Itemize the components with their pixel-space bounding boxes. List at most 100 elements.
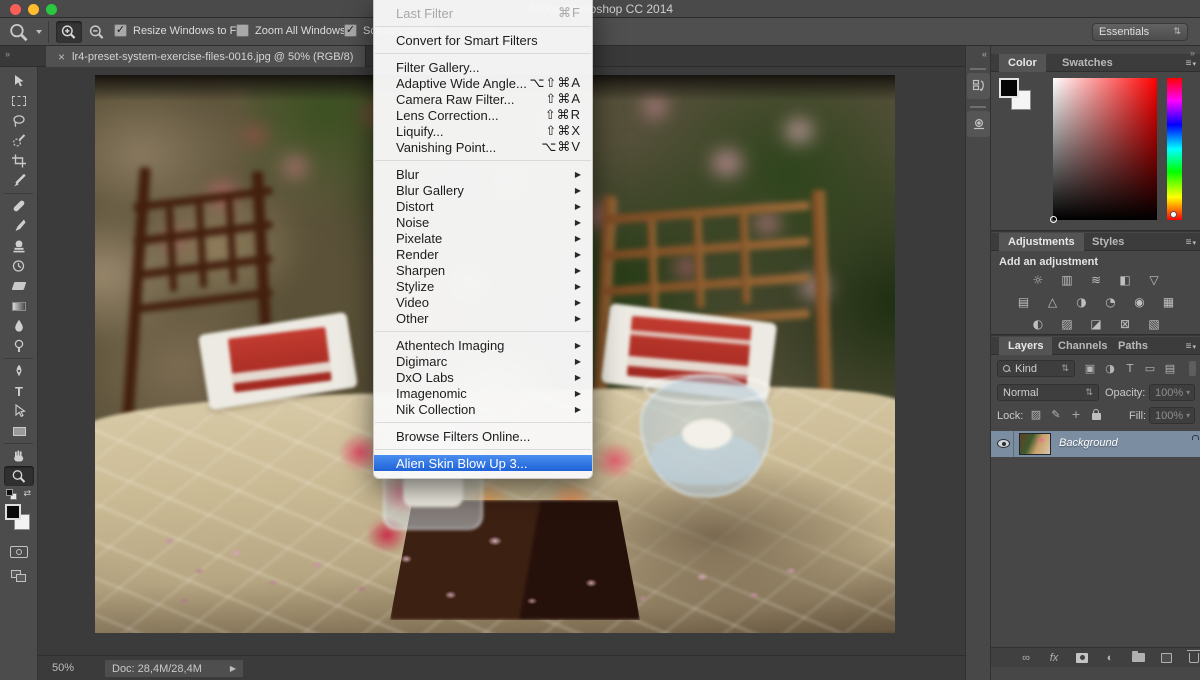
menu-item-alien-skin-blow-up-3[interactable]: Alien Skin Blow Up 3... [374,455,592,471]
zoom-tool[interactable] [4,466,34,486]
screen-mode-button[interactable] [0,566,38,586]
spot-healing-brush-tool[interactable] [0,196,38,216]
history-panel-icon[interactable] [967,73,990,99]
black-white-icon[interactable]: ◑ [1072,294,1092,310]
layer-filter-kind-combo[interactable]: Kind ⇅ [997,360,1075,377]
levels-icon[interactable]: ▥ [1057,272,1077,288]
brush-tool[interactable] [0,216,38,236]
tab-layers[interactable]: Layers [999,337,1052,355]
exposure-icon[interactable]: ◧ [1115,272,1135,288]
menu-item-blur-gallery[interactable]: Blur Gallery [374,182,592,198]
menu-item-other[interactable]: Other [374,310,592,326]
threshold-icon[interactable]: ◪ [1086,316,1106,332]
panel-menu-icon[interactable]: ≡ [1186,341,1196,352]
menu-item-sharpen[interactable]: Sharpen [374,262,592,278]
checkbox-zoom-all-windows[interactable]: Zoom All Windows [236,24,345,37]
gradient-map-icon[interactable]: ▧ [1144,316,1164,332]
menu-item-distort[interactable]: Distort [374,198,592,214]
checkbox-resize-windows-to-fit[interactable]: ✓ Resize Windows to Fit [114,24,242,37]
link-layers-icon[interactable]: ∞ [1019,651,1033,665]
filter-pixel-layers-icon[interactable]: ▣ [1081,360,1099,377]
layer-style-fx-icon[interactable]: fx [1047,651,1061,665]
gradient-tool[interactable] [0,296,38,316]
menu-item-digimarc[interactable]: Digimarc [374,353,592,369]
document-size-indicator[interactable]: Doc: 28,4M/28,4M ▶ [105,660,243,677]
curves-icon[interactable]: ≋ [1086,272,1106,288]
quick-selection-tool[interactable] [0,131,38,151]
brightness-contrast-icon[interactable]: ☼ [1028,272,1048,288]
default-colors-icon[interactable] [6,489,17,500]
rectangular-marquee-tool[interactable] [0,91,38,111]
saturation-brightness-field[interactable] [1053,78,1157,220]
lock-position-icon[interactable]: + [1067,406,1085,423]
menu-item-nik-collection[interactable]: Nik Collection [374,401,592,417]
tab-swatches[interactable]: Swatches [1053,54,1122,72]
quick-mask-button[interactable] [0,542,38,562]
history-brush-tool[interactable] [0,256,38,276]
tab-adjustments[interactable]: Adjustments [999,233,1084,251]
menu-item-pixelate[interactable]: Pixelate [374,230,592,246]
color-panel-swatches[interactable] [999,78,1035,114]
zoom-level[interactable]: 50% [52,662,74,674]
new-adjustment-layer-icon[interactable]: ◐ [1103,651,1117,665]
toolbar-collapse-icon[interactable]: » [5,49,9,59]
clone-stamp-tool[interactable] [0,236,38,256]
vibrance-icon[interactable]: ▽ [1144,272,1164,288]
crop-tool[interactable] [0,151,38,171]
dodge-tool[interactable] [0,336,38,356]
tool-preset-caret[interactable] [36,30,42,34]
rectangle-shape-tool[interactable] [0,421,38,441]
lock-transparency-icon[interactable]: ▨ [1027,406,1045,423]
tab-channels[interactable]: Channels [1049,337,1117,355]
blend-mode-combo[interactable]: Normal ⇅ [997,384,1099,401]
fill-value[interactable]: 100% ▾ [1149,407,1195,424]
menu-item-liquify[interactable]: Liquify... ⇧⌘X [374,123,592,139]
hand-tool[interactable] [0,446,38,466]
menu-item-athentech-imaging[interactable]: Athentech Imaging [374,337,592,353]
menu-item-convert-for-smart-filters[interactable]: Convert for Smart Filters [374,32,592,48]
status-menu-arrow-icon[interactable]: ▶ [230,664,236,673]
selective-color-icon[interactable]: ⊠ [1115,316,1135,332]
channel-mixer-icon[interactable]: ◉ [1130,294,1150,310]
hue-saturation-icon[interactable]: ▤ [1014,294,1034,310]
move-tool[interactable] [0,71,38,91]
opacity-value[interactable]: 100% ▾ [1149,384,1195,401]
menu-item-camera-raw-filter[interactable]: Camera Raw Filter... ⇧⌘A [374,91,592,107]
horizontal-type-tool[interactable]: T [0,381,38,401]
foreground-background-colors[interactable] [0,502,38,536]
filter-shape-layers-icon[interactable]: ▭ [1141,360,1159,377]
filter-adjustment-layers-icon[interactable]: ◑ [1101,360,1119,377]
foreground-color-swatch[interactable] [999,78,1019,98]
menu-item-lens-correction[interactable]: Lens Correction... ⇧⌘R [374,107,592,123]
delete-layer-icon[interactable] [1187,651,1200,665]
panel-menu-icon[interactable]: ≡ [1186,58,1196,69]
lock-paint-icon[interactable]: ✎ [1047,406,1065,423]
menu-item-render[interactable]: Render [374,246,592,262]
tab-color[interactable]: Color [999,54,1046,72]
new-layer-icon[interactable] [1159,651,1173,665]
foreground-color-swatch[interactable] [5,504,21,520]
tab-styles[interactable]: Styles [1083,233,1133,251]
blur-tool[interactable] [0,316,38,336]
eyedropper-tool[interactable] [0,171,38,191]
hue-slider[interactable] [1167,78,1182,220]
invert-icon[interactable]: ◐ [1028,316,1048,332]
panel-menu-icon[interactable]: ≡ [1186,237,1196,248]
lasso-tool[interactable] [0,111,38,131]
menu-item-adaptive-wide-angle[interactable]: Adaptive Wide Angle... ⌥⇧⌘A [374,75,592,91]
tab-paths[interactable]: Paths [1109,337,1157,355]
posterize-icon[interactable]: ▨ [1057,316,1077,332]
lock-all-icon[interactable] [1087,408,1105,425]
path-selection-tool[interactable] [0,401,38,421]
color-balance-icon[interactable]: △ [1043,294,1063,310]
layer-visibility-eye-icon[interactable] [997,439,1010,448]
document-tab[interactable]: × lr4-preset-system-exercise-files-0016.… [46,46,366,67]
filter-smart-object-icon[interactable]: ▤ [1161,360,1179,377]
expand-panels-icon[interactable]: « [982,49,986,59]
menu-item-imagenomic[interactable]: Imagenomic [374,385,592,401]
layer-name[interactable]: Background [1059,437,1118,449]
add-layer-mask-icon[interactable] [1075,651,1089,665]
layer-filter-toggle[interactable] [1189,361,1196,376]
swap-colors-icon[interactable]: ⇄ [23,489,31,499]
menu-item-dxo-labs[interactable]: DxO Labs [374,369,592,385]
